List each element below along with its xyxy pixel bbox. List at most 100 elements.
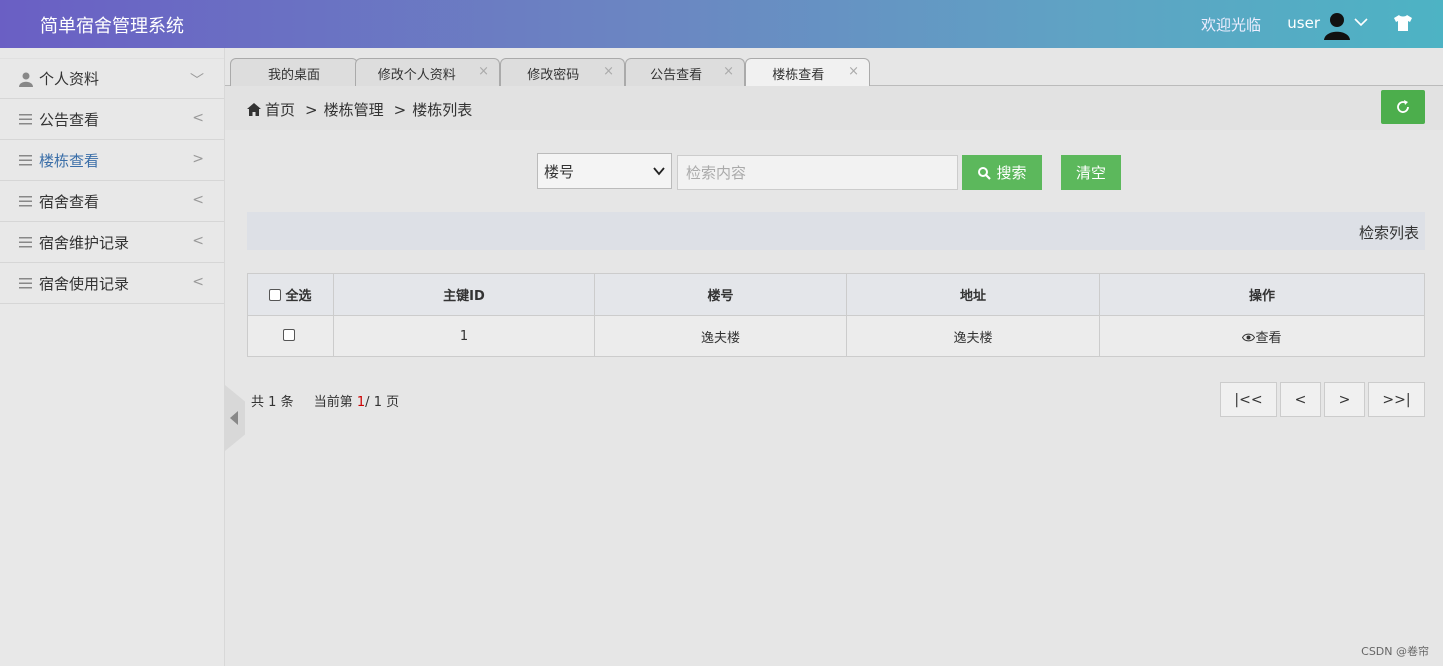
pages-suffix: 页 [386, 395, 400, 410]
search-button-label: 搜索 [996, 164, 1027, 182]
sidebar-item-label: 宿舍维护记录 [39, 233, 130, 252]
select-all-label: 全选 [285, 289, 312, 304]
select-all-header[interactable]: 全选 [247, 273, 334, 316]
tab-bar: 我的桌面 修改个人资料 × 修改密码 × 公告查看 × 楼栋查看 × [225, 48, 1443, 87]
breadcrumb: 首页 > 楼栋管理 > 楼栋列表 [247, 99, 472, 120]
tab-label: 我的桌面 [267, 68, 320, 83]
clear-button[interactable]: 清空 [1061, 155, 1121, 190]
sidebar-item-profile[interactable]: 个人资料 ﹀ [0, 58, 224, 99]
tab-announcements[interactable]: 公告查看 × [625, 58, 745, 86]
close-icon[interactable]: × [723, 64, 734, 79]
column-header: 操作 [1099, 273, 1425, 316]
home-icon [247, 103, 261, 116]
chevron-left-icon: < [192, 274, 204, 290]
view-link-label: 查看 [1255, 330, 1282, 346]
search-field-select[interactable]: 楼号 [537, 153, 672, 189]
close-icon[interactable]: × [603, 64, 614, 79]
chevron-left-icon: < [192, 233, 204, 249]
table-header-row: 全选 主键ID 楼号 地址 操作 [247, 273, 1425, 316]
sidebar-collapse-handle[interactable] [225, 385, 245, 451]
current-prefix: 当前第 [313, 395, 353, 410]
list-title: 检索列表 [1358, 224, 1419, 242]
breadcrumb-home[interactable]: 首页 [265, 101, 295, 119]
chevron-down-icon[interactable] [1353, 14, 1369, 30]
sidebar: 个人资料 ﹀ 公告查看 < 楼栋查看 > 宿舍查看 < 宿舍维护记录 < 宿舍使… [0, 48, 225, 666]
search-button[interactable]: 搜索 [962, 155, 1042, 190]
search-input[interactable] [677, 155, 958, 190]
top-header: 简单宿舍管理系统 欢迎光临 user [0, 0, 1443, 48]
tab-label: 修改个人资料 [377, 68, 456, 83]
sidebar-item-buildings[interactable]: 楼栋查看 > [0, 140, 224, 181]
data-table: 全选 主键ID 楼号 地址 操作 1 逸夫楼 逸夫楼 查看 [247, 273, 1425, 357]
watermark: CSDN @卷帘 [1361, 645, 1429, 658]
sidebar-item-label: 宿舍使用记录 [39, 274, 130, 293]
select-value: 楼号 [544, 162, 575, 181]
sidebar-item-maintenance[interactable]: 宿舍维护记录 < [0, 222, 224, 263]
breadcrumb-level1[interactable]: 楼栋管理 [324, 101, 384, 119]
sidebar-item-label: 宿舍查看 [39, 192, 100, 211]
cell-id: 1 [333, 315, 595, 357]
tab-label: 公告查看 [650, 68, 703, 83]
tab-change-password[interactable]: 修改密码 × [500, 58, 625, 86]
row-checkbox[interactable] [282, 328, 295, 341]
prev-page-button[interactable]: < [1280, 382, 1321, 417]
current-page: 1 [356, 395, 366, 410]
page-slash: / [365, 395, 370, 410]
sidebar-item-usage[interactable]: 宿舍使用记录 < [0, 263, 224, 304]
search-icon [978, 166, 992, 180]
cell-action: 查看 [1099, 315, 1425, 357]
app-title: 简单宿舍管理系统 [40, 16, 184, 37]
close-icon[interactable]: × [848, 64, 859, 79]
view-link[interactable]: 查看 [1242, 330, 1282, 346]
total-pages: 1 [373, 395, 382, 410]
column-header: 楼号 [594, 273, 847, 316]
first-page-button[interactable]: |<< [1220, 382, 1277, 417]
chevron-left-icon: < [192, 192, 204, 208]
welcome-text: 欢迎光临 [1200, 16, 1261, 34]
breadcrumb-separator: > [393, 101, 407, 119]
sidebar-item-label: 楼栋查看 [39, 151, 100, 170]
clear-button-label: 清空 [1075, 164, 1106, 182]
refresh-button[interactable] [1381, 90, 1425, 124]
menu-icon [19, 278, 32, 289]
eye-icon [1242, 333, 1256, 341]
user-silhouette-icon[interactable] [1322, 10, 1352, 40]
list-title-bar: 检索列表 [247, 212, 1425, 250]
breadcrumb-bar: 首页 > 楼栋管理 > 楼栋列表 [225, 86, 1443, 130]
sidebar-item-label: 个人资料 [39, 70, 100, 88]
tab-label: 修改密码 [527, 68, 580, 83]
menu-icon [19, 155, 32, 166]
cell-address: 逸夫楼 [846, 315, 1100, 357]
user-icon [19, 72, 33, 87]
column-header: 地址 [846, 273, 1100, 316]
chevron-left-icon: < [192, 110, 204, 126]
tab-desktop[interactable]: 我的桌面 [230, 58, 358, 86]
select-all-checkbox[interactable] [269, 289, 282, 301]
tab-label: 楼栋查看 [772, 68, 825, 83]
breadcrumb-level2[interactable]: 楼栋列表 [412, 101, 472, 119]
column-header: 主键ID [333, 273, 595, 316]
sidebar-item-dorms[interactable]: 宿舍查看 < [0, 181, 224, 222]
sidebar-item-label: 公告查看 [39, 110, 100, 129]
sidebar-item-announcements[interactable]: 公告查看 < [0, 99, 224, 140]
next-page-button[interactable]: > [1324, 382, 1365, 417]
tab-edit-profile[interactable]: 修改个人资料 × [355, 58, 500, 86]
tab-buildings[interactable]: 楼栋查看 × [745, 58, 870, 87]
username-label[interactable]: user [1287, 14, 1320, 32]
menu-icon [19, 237, 32, 248]
chevron-down-icon: ﹀ [190, 73, 204, 89]
last-page-button[interactable]: >>| [1368, 382, 1425, 417]
caret-left-icon [230, 411, 238, 425]
refresh-icon [1397, 100, 1409, 113]
total-suffix: 条 [280, 395, 294, 410]
pagination-info: 共 1 条 当前第 1/ 1 页 [251, 391, 399, 410]
cell-building: 逸夫楼 [594, 315, 847, 357]
close-icon[interactable]: × [478, 64, 489, 79]
row-select-cell [247, 315, 334, 357]
shirt-icon[interactable] [1393, 14, 1413, 32]
total-prefix: 共 [251, 395, 265, 410]
total-count: 1 [268, 395, 277, 410]
menu-icon [19, 114, 32, 125]
breadcrumb-separator: > [305, 101, 318, 119]
chevron-down-icon [653, 167, 665, 176]
